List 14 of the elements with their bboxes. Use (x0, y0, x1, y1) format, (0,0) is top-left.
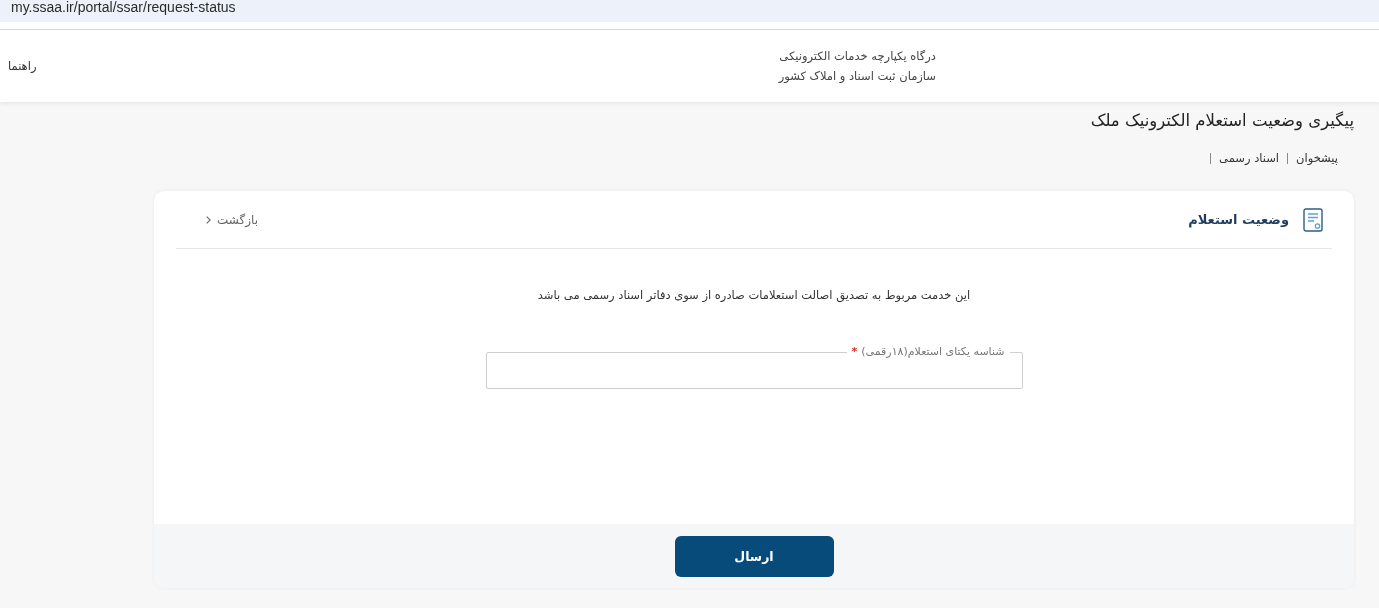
portal-name: درگاه یکپارچه خدمات الکترونیکی (778, 48, 936, 65)
chevron-icon (206, 215, 211, 224)
organization-name: سازمان ثبت اسناد و املاک کشور (778, 68, 936, 85)
page-title: پیگیری وضعیت استعلام الکترونیک ملک (1089, 110, 1354, 133)
breadcrumb-link[interactable]: پیشخوان (1296, 151, 1338, 165)
back-link[interactable]: بازگشت (206, 212, 258, 227)
help-link[interactable]: راهنما (8, 59, 37, 73)
document-gear-icon (1303, 207, 1323, 232)
input-field[interactable]: شناسه یکتای استعلام(۱۸رقمی) * (485, 345, 1023, 389)
service-description: این خدمت مربوط به تصدیق اصالت استعلامات صادره از سوی دفاتر اسناد رسمی می باشد (537, 287, 971, 305)
breadcrumb-link[interactable]: اسناد رسمی (1219, 151, 1280, 165)
card-title: وضعیت استعلام (1188, 212, 1289, 227)
submit-button[interactable]: ارسال (674, 535, 834, 577)
address-bar-url[interactable]: my.ssaa.ir/portal/ssar/request-status (11, 0, 236, 14)
